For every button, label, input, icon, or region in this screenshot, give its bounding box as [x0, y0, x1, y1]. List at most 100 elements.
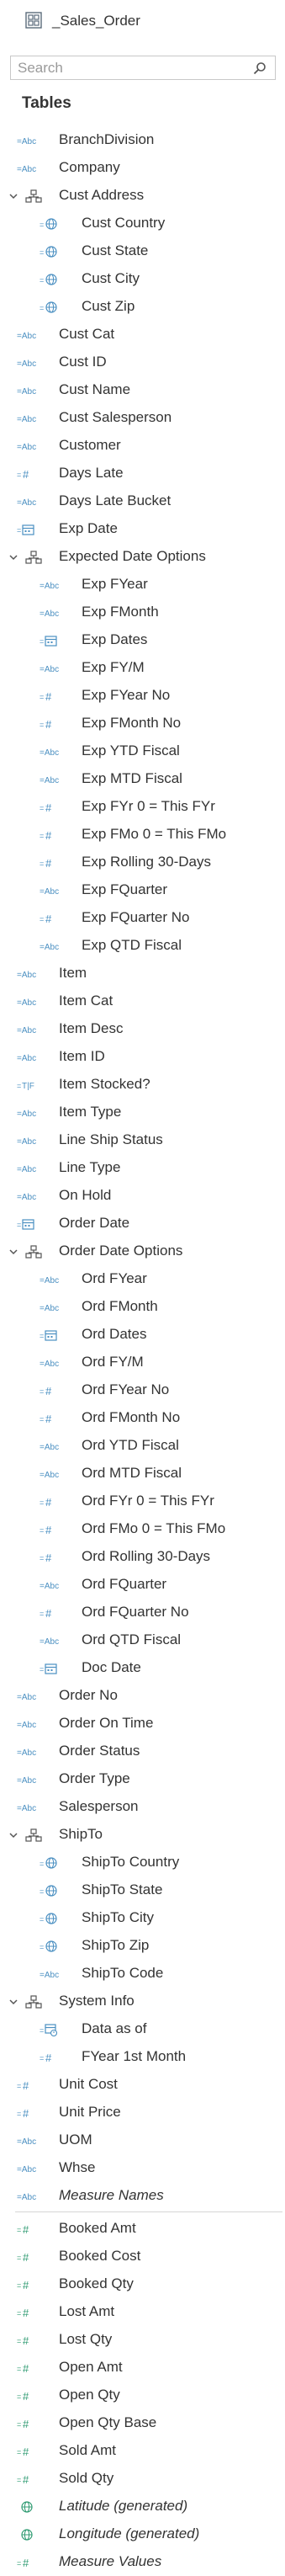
field-ord-fmonth[interactable]: =Abc Ord FMonth [0, 1293, 285, 1321]
hierarchy-system-info[interactable]: System Info [0, 1988, 285, 2015]
field-whse[interactable]: =Abc Whse [0, 2154, 285, 2182]
field-open-amt[interactable]: = # Open Amt [0, 2354, 285, 2382]
field-booked-amt[interactable]: = # Booked Amt [0, 2215, 285, 2243]
field-open-qty-base[interactable]: = # Open Qty Base [0, 2409, 285, 2437]
field-order-no[interactable]: =Abc Order No [0, 1682, 285, 1710]
chevron-down-icon[interactable] [8, 1996, 18, 2006]
field-label: Customer [59, 437, 121, 453]
field-ord-ytd-fiscal[interactable]: =Abc Ord YTD Fiscal [0, 1432, 285, 1460]
field-exp-fyear[interactable]: =Abc Exp FYear [0, 571, 285, 599]
field-ord-fquarter[interactable]: =Abc Ord FQuarter [0, 1571, 285, 1599]
chevron-down-icon[interactable] [8, 551, 18, 562]
field-cust-name[interactable]: =Abc Cust Name [0, 376, 285, 404]
field-longitude-generated[interactable]: Longitude (generated) [0, 2520, 285, 2548]
field-order-type[interactable]: =Abc Order Type [0, 1765, 285, 1793]
field-exp-ytd-fiscal[interactable]: =Abc Exp YTD Fiscal [0, 737, 285, 765]
field-shipto-code[interactable]: =Abc ShipTo Code [0, 1960, 285, 1988]
field-exp-date[interactable]: = Exp Date [0, 515, 285, 543]
chevron-down-icon[interactable] [8, 190, 18, 200]
hierarchy-order-date-options[interactable]: Order Date Options [0, 1237, 285, 1265]
field-ord-fy-m[interactable]: =Abc Ord FY/M [0, 1349, 285, 1376]
field-exp-fmonth[interactable]: =Abc Exp FMonth [0, 599, 285, 626]
chevron-down-icon[interactable] [8, 1246, 18, 1256]
field-unit-price[interactable]: = # Unit Price [0, 2099, 285, 2126]
field-shipto-state[interactable]: = ShipTo State [0, 1876, 285, 1904]
field-item-type[interactable]: =Abc Item Type [0, 1099, 285, 1126]
search-icon[interactable] [253, 61, 267, 75]
field-line-ship-status[interactable]: =Abc Line Ship Status [0, 1126, 285, 1154]
search-input[interactable] [18, 59, 245, 77]
field-days-late-bucket[interactable]: =Abc Days Late Bucket [0, 487, 285, 515]
field-cust-salesperson[interactable]: =Abc Cust Salesperson [0, 404, 285, 432]
field-item-cat[interactable]: =Abc Item Cat [0, 987, 285, 1015]
field-salesperson[interactable]: =Abc Salesperson [0, 1793, 285, 1821]
field-order-on-time[interactable]: =Abc Order On Time [0, 1710, 285, 1738]
field-cust-cat[interactable]: =Abc Cust Cat [0, 321, 285, 349]
field-customer[interactable]: =Abc Customer [0, 432, 285, 460]
field-exp-rolling-30-days[interactable]: = # Exp Rolling 30-Days [0, 849, 285, 876]
chevron-down-icon[interactable] [8, 1829, 18, 1839]
field-lost-qty[interactable]: = # Lost Qty [0, 2326, 285, 2354]
field-item-id[interactable]: =Abc Item ID [0, 1043, 285, 1071]
field-exp-fy-m[interactable]: =Abc Exp FY/M [0, 654, 285, 682]
field-ord-rolling-30-days[interactable]: = # Ord Rolling 30-Days [0, 1543, 285, 1571]
field-ord-fquarter-no[interactable]: = # Ord FQuarter No [0, 1599, 285, 1626]
field-exp-fyear-no[interactable]: = # Exp FYear No [0, 682, 285, 710]
field-ord-fyear[interactable]: =Abc Ord FYear [0, 1265, 285, 1293]
field-order-status[interactable]: =Abc Order Status [0, 1738, 285, 1765]
field-cust-country[interactable]: = Cust Country [0, 210, 285, 237]
field-label: System Info [59, 1993, 135, 2009]
field-ord-mtd-fiscal[interactable]: =Abc Ord MTD Fiscal [0, 1460, 285, 1488]
field-measure-names[interactable]: =Abc Measure Names [0, 2182, 285, 2210]
field-open-qty[interactable]: = # Open Qty [0, 2382, 285, 2409]
field-branchdivision[interactable]: =Abc BranchDivision [0, 126, 285, 154]
search-box[interactable] [10, 56, 276, 80]
field-data-as-of[interactable]: = Data as of [0, 2015, 285, 2043]
field-company[interactable]: =Abc Company [0, 154, 285, 182]
field-exp-qtd-fiscal[interactable]: =Abc Exp QTD Fiscal [0, 932, 285, 960]
field-latitude-generated[interactable]: Latitude (generated) [0, 2493, 285, 2520]
field-ord-qtd-fiscal[interactable]: =Abc Ord QTD Fiscal [0, 1626, 285, 1654]
field-ord-fmo-0-this-fmo[interactable]: = # Ord FMo 0 = This FMo [0, 1515, 285, 1543]
field-lost-amt[interactable]: = # Lost Amt [0, 2298, 285, 2326]
field-ord-fmonth-no[interactable]: = # Ord FMonth No [0, 1404, 285, 1432]
globe-field-icon: = [40, 217, 60, 231]
field-item[interactable]: =Abc Item [0, 960, 285, 987]
field-ord-fyr-0-this-fyr[interactable]: = # Ord FYr 0 = This FYr [0, 1488, 285, 1515]
field-exp-fmo-0-this-fmo[interactable]: = # Exp FMo 0 = This FMo [0, 821, 285, 849]
field-booked-cost[interactable]: = # Booked Cost [0, 2243, 285, 2270]
hierarchy-cust-address[interactable]: Cust Address [0, 182, 285, 210]
datasource-title[interactable]: _Sales_Order [52, 12, 140, 30]
field-shipto-city[interactable]: = ShipTo City [0, 1904, 285, 1932]
field-shipto-zip[interactable]: = ShipTo Zip [0, 1932, 285, 1960]
field-cust-id[interactable]: =Abc Cust ID [0, 349, 285, 376]
field-exp-dates[interactable]: = Exp Dates [0, 626, 285, 654]
field-exp-fquarter-no[interactable]: = # Exp FQuarter No [0, 904, 285, 932]
field-cust-state[interactable]: = Cust State [0, 237, 285, 265]
field-unit-cost[interactable]: = # Unit Cost [0, 2071, 285, 2099]
field-on-hold[interactable]: =Abc On Hold [0, 1182, 285, 1210]
field-sold-amt[interactable]: = # Sold Amt [0, 2437, 285, 2465]
field-sold-qty[interactable]: = # Sold Qty [0, 2465, 285, 2493]
hierarchy-expected-date-options[interactable]: Expected Date Options [0, 543, 285, 571]
field-days-late[interactable]: = # Days Late [0, 460, 285, 487]
field-doc-date[interactable]: = Doc Date [0, 1654, 285, 1682]
field-ord-dates[interactable]: = Ord Dates [0, 1321, 285, 1349]
field-order-date[interactable]: = Order Date [0, 1210, 285, 1237]
hierarchy-shipto[interactable]: ShipTo [0, 1821, 285, 1849]
field-shipto-country[interactable]: = ShipTo Country [0, 1849, 285, 1876]
field-cust-city[interactable]: = Cust City [0, 265, 285, 293]
field-cust-zip[interactable]: = Cust Zip [0, 293, 285, 321]
field-measure-values[interactable]: = # Measure Values [0, 2548, 285, 2576]
field-exp-fquarter[interactable]: =Abc Exp FQuarter [0, 876, 285, 904]
field-item-desc[interactable]: =Abc Item Desc [0, 1015, 285, 1043]
field-fyear-1st-month[interactable]: = # FYear 1st Month [0, 2043, 285, 2071]
field-exp-fmonth-no[interactable]: = # Exp FMonth No [0, 710, 285, 737]
field-ord-fyear-no[interactable]: = # Ord FYear No [0, 1376, 285, 1404]
field-booked-qty[interactable]: = # Booked Qty [0, 2270, 285, 2298]
field-item-stocked[interactable]: = T|F Item Stocked? [0, 1071, 285, 1099]
field-line-type[interactable]: =Abc Line Type [0, 1154, 285, 1182]
field-exp-mtd-fiscal[interactable]: =Abc Exp MTD Fiscal [0, 765, 285, 793]
field-exp-fyr-0-this-fyr[interactable]: = # Exp FYr 0 = This FYr [0, 793, 285, 821]
field-uom[interactable]: =Abc UOM [0, 2126, 285, 2154]
